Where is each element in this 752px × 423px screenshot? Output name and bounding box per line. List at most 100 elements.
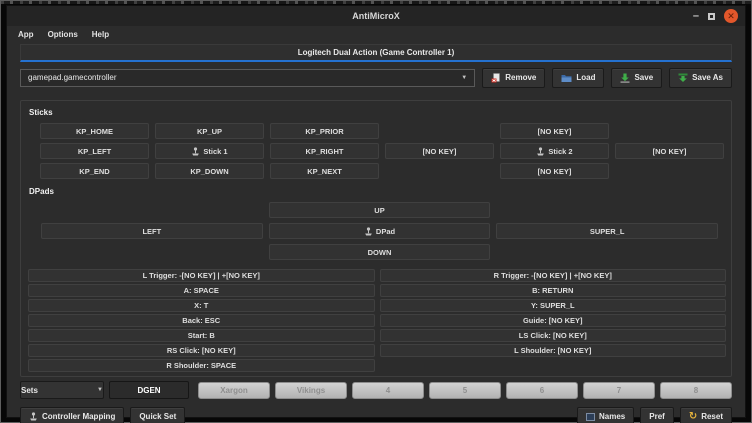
- reset-label: Reset: [701, 412, 723, 421]
- stick1-center-button[interactable]: Stick 1: [155, 143, 264, 159]
- start-button[interactable]: Start: B: [28, 329, 375, 342]
- stick1-upleft-button[interactable]: KP_HOME: [40, 123, 149, 139]
- rtrigger-button[interactable]: R Trigger: -[NO KEY] | +[NO KEY]: [380, 269, 727, 282]
- y-button[interactable]: Y: SUPER_L: [380, 299, 727, 312]
- sticks-section-label: Sticks: [29, 108, 727, 117]
- set-tab-4[interactable]: 4: [352, 382, 424, 399]
- set-tab-active[interactable]: DGEN: [109, 381, 189, 399]
- profile-toolbar: gamepad.gamecontroller ▼ Remove Load Sav…: [7, 62, 745, 93]
- stick2-down-button[interactable]: [NO KEY]: [500, 163, 609, 179]
- back-button[interactable]: Back: ESC: [28, 314, 375, 327]
- dpad-grid: UP LEFT DPad SUPER_L DOWN: [27, 202, 727, 260]
- stick2-right-button[interactable]: [NO KEY]: [615, 143, 724, 159]
- set-tab-7[interactable]: 7: [583, 382, 655, 399]
- menu-app[interactable]: App: [11, 28, 41, 41]
- x-button[interactable]: X: T: [28, 299, 375, 312]
- ltrigger-button[interactable]: L Trigger: -[NO KEY] | +[NO KEY]: [28, 269, 375, 282]
- set-tab-8[interactable]: 8: [660, 382, 732, 399]
- quick-set-button[interactable]: Quick Set: [130, 407, 185, 423]
- dpads-section-label: DPads: [29, 187, 727, 196]
- minimize-icon[interactable]: –: [693, 11, 699, 21]
- footer-bar: Controller Mapping Quick Set Names Pref …: [7, 403, 745, 423]
- set-tab-3[interactable]: Vikings: [275, 382, 347, 399]
- chevron-down-icon: ▼: [461, 75, 467, 81]
- controller-mapping-button[interactable]: Controller Mapping: [20, 407, 124, 423]
- stick2-center-button[interactable]: Stick 2: [500, 143, 609, 159]
- set-tab-6[interactable]: 6: [506, 382, 578, 399]
- stick1-down-button[interactable]: KP_DOWN: [155, 163, 264, 179]
- remove-button[interactable]: Remove: [482, 68, 545, 88]
- remove-icon: [491, 73, 501, 83]
- sets-dropdown-button[interactable]: Sets ▼: [20, 381, 104, 399]
- load-button[interactable]: Load: [552, 68, 604, 88]
- pref-button[interactable]: Pref: [640, 407, 674, 423]
- rs-click-button[interactable]: RS Click: [NO KEY]: [28, 344, 375, 357]
- stick1-upright-button[interactable]: KP_PRIOR: [270, 123, 379, 139]
- guide-button[interactable]: Guide: [NO KEY]: [380, 314, 727, 327]
- antimicrox-window: AntiMicroX – ✕ App Options Help Logitech…: [6, 5, 746, 418]
- titlebar[interactable]: AntiMicroX – ✕: [7, 6, 745, 26]
- controller-tab-label: Logitech Dual Action (Game Controller 1): [298, 48, 455, 57]
- controller-tab[interactable]: Logitech Dual Action (Game Controller 1): [20, 44, 732, 62]
- stick1-downleft-button[interactable]: KP_END: [40, 163, 149, 179]
- desktop-edge-pattern: [1, 1, 751, 4]
- save-as-icon: [678, 73, 688, 83]
- sticks-grid: KP_HOME KP_UP KP_PRIOR [NO KEY] KP_LEFT …: [27, 123, 727, 179]
- mapping-panel: Sticks KP_HOME KP_UP KP_PRIOR [NO KEY] K…: [20, 100, 732, 377]
- joystick-icon: [191, 147, 200, 156]
- r-shoulder-button[interactable]: R Shoulder: SPACE: [28, 359, 375, 372]
- ls-click-button[interactable]: LS Click: [NO KEY]: [380, 329, 727, 342]
- window-title: AntiMicroX: [352, 11, 400, 21]
- joystick-icon: [536, 147, 545, 156]
- stick2-label: Stick 2: [548, 147, 572, 156]
- spacer: [615, 123, 724, 139]
- save-as-button-label: Save As: [692, 73, 723, 82]
- folder-icon: [561, 73, 572, 83]
- reset-icon: ↻: [689, 412, 697, 421]
- stick1-left-button[interactable]: KP_LEFT: [40, 143, 149, 159]
- close-icon[interactable]: ✕: [724, 9, 738, 23]
- footer-right-group: Names Pref ↻ Reset: [577, 407, 732, 423]
- button-assignments: L Trigger: -[NO KEY] | +[NO KEY] R Trigg…: [27, 269, 727, 372]
- names-icon: [586, 413, 595, 421]
- menu-options[interactable]: Options: [41, 28, 85, 41]
- stick1-downright-button[interactable]: KP_NEXT: [270, 163, 379, 179]
- chevron-down-icon: ▼: [97, 387, 103, 393]
- menu-help[interactable]: Help: [85, 28, 116, 41]
- stick1-up-button[interactable]: KP_UP: [155, 123, 264, 139]
- dpad-left-button[interactable]: LEFT: [41, 223, 263, 239]
- names-label: Names: [599, 412, 625, 421]
- dpad-down-button[interactable]: DOWN: [269, 244, 491, 260]
- profile-combobox[interactable]: gamepad.gamecontroller ▼: [20, 69, 475, 87]
- save-as-button[interactable]: Save As: [669, 68, 732, 88]
- b-button[interactable]: B: RETURN: [380, 284, 727, 297]
- window-controls: – ✕: [693, 6, 738, 26]
- spacer: [41, 244, 263, 260]
- menubar: App Options Help: [7, 26, 745, 42]
- stick2-up-button[interactable]: [NO KEY]: [500, 123, 609, 139]
- spacer: [615, 163, 724, 179]
- spacer: [380, 359, 727, 372]
- spacer: [496, 202, 718, 218]
- set-tab-2[interactable]: Xargon: [198, 382, 270, 399]
- names-button[interactable]: Names: [577, 407, 634, 423]
- reset-button[interactable]: ↻ Reset: [680, 407, 732, 423]
- spacer: [385, 163, 494, 179]
- controller-mapping-label: Controller Mapping: [42, 412, 115, 421]
- set-tab-5[interactable]: 5: [429, 382, 501, 399]
- remove-button-label: Remove: [505, 73, 536, 82]
- a-button[interactable]: A: SPACE: [28, 284, 375, 297]
- save-icon: [620, 73, 630, 83]
- maximize-icon[interactable]: [708, 13, 715, 20]
- dpad-up-button[interactable]: UP: [269, 202, 491, 218]
- l-shoulder-button[interactable]: L Shoulder: [NO KEY]: [380, 344, 727, 357]
- load-button-label: Load: [576, 73, 595, 82]
- dpad-center-button[interactable]: DPad: [269, 223, 491, 239]
- dpad-right-button[interactable]: SUPER_L: [496, 223, 718, 239]
- stick1-right-button[interactable]: KP_RIGHT: [270, 143, 379, 159]
- dpad-label: DPad: [376, 227, 395, 236]
- stick2-left-button[interactable]: [NO KEY]: [385, 143, 494, 159]
- save-button[interactable]: Save: [611, 68, 662, 88]
- joystick-icon: [364, 227, 373, 236]
- quick-set-label: Quick Set: [139, 412, 176, 421]
